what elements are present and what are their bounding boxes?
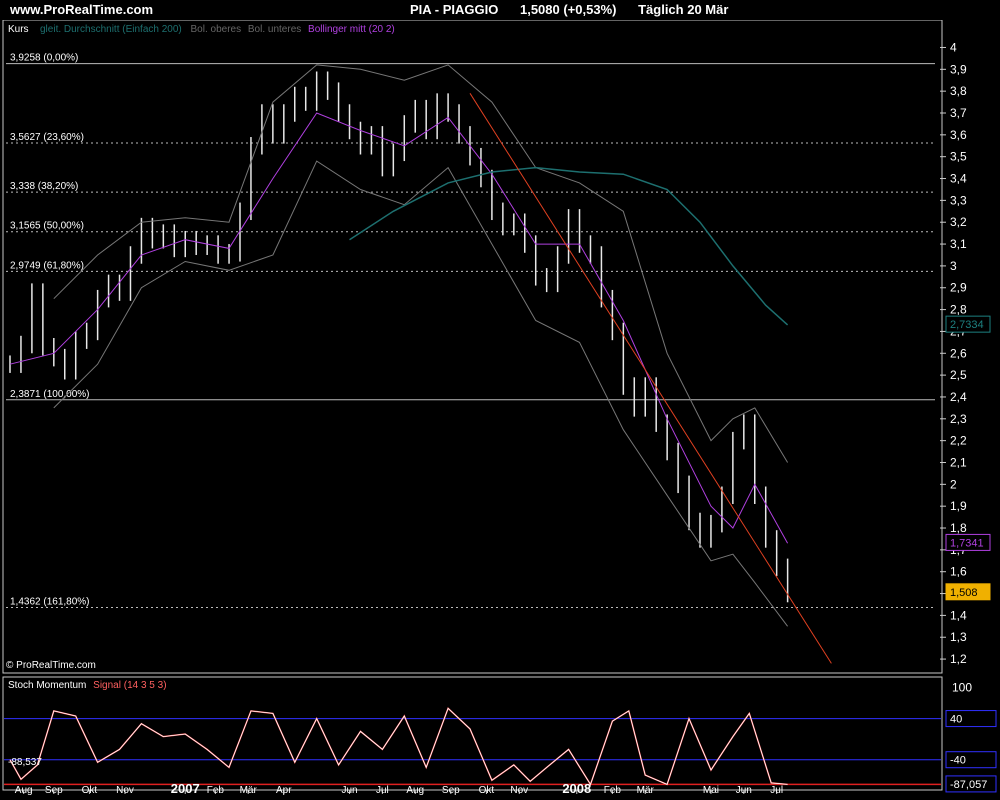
price-tick-label: 1,3 xyxy=(950,630,967,644)
fib-label: 3,9258 (0,00%) xyxy=(10,53,78,64)
osc-signal: Signal (14 3 5 3) xyxy=(93,680,166,691)
time-label: Sep xyxy=(442,785,460,796)
oscillator-title: Stoch Momentum Signal (14 3 5 3) xyxy=(8,680,167,691)
price-panel-frame xyxy=(2,20,943,674)
time-label: Nov xyxy=(510,785,528,796)
period-info: Täglich 20 Mär xyxy=(638,2,729,17)
time-label: Jul xyxy=(770,785,783,796)
legend-item-bol-lower: Bol. unteres xyxy=(248,24,301,35)
time-label: Mär xyxy=(637,785,655,796)
time-label: Jul xyxy=(376,785,389,796)
time-label: Okt xyxy=(479,785,495,796)
price-tick-label: 2,1 xyxy=(950,455,967,469)
site-name[interactable]: www.ProRealTime.com xyxy=(10,2,153,17)
fib-label: 2,3871 (100,00%) xyxy=(10,389,90,400)
price-badge-text: 1,508 xyxy=(950,587,978,599)
time-label: 2008 xyxy=(562,781,591,796)
price-tick-label: 3,8 xyxy=(950,84,967,98)
price-tick-label: 2,5 xyxy=(950,368,967,382)
time-label: 2007 xyxy=(171,781,200,796)
osc-title: Stoch Momentum xyxy=(8,680,86,691)
price-tick-label: 3,9 xyxy=(950,62,967,76)
price-tick-label: 2,3 xyxy=(950,412,967,426)
osc-tick-label: 100 xyxy=(952,681,972,695)
price-tick-label: 2,4 xyxy=(950,390,967,404)
legend-item-bol-mid: Bollinger mitt (20 2) xyxy=(308,24,395,35)
ticker-name: PIA - PIAGGIO xyxy=(410,2,499,17)
time-label: Jun xyxy=(736,785,752,796)
time-label: Nov xyxy=(116,785,134,796)
time-label: Feb xyxy=(207,785,225,796)
price-tick-label: 3,7 xyxy=(950,106,967,120)
panel-title: Kurs xyxy=(8,24,29,35)
price-axis: 1,21,31,41,51,61,71,81,922,12,22,32,42,5… xyxy=(940,40,967,666)
legend-item-bol-upper: Bol. oberes xyxy=(191,24,242,35)
price-tick-label: 3,3 xyxy=(950,193,967,207)
osc-badge-text: -40 xyxy=(950,755,966,767)
price-tick-label: 3,6 xyxy=(950,128,967,142)
price-tick-label: 3,5 xyxy=(950,150,967,164)
time-label: Feb xyxy=(604,785,622,796)
fib-label: 2,9749 (61,80%) xyxy=(10,260,84,271)
price-tick-label: 3,2 xyxy=(950,215,967,229)
osc-badge-text: 40 xyxy=(950,714,962,726)
price-tick-label: 4 xyxy=(950,40,957,54)
price-badge-text: 2,7334 xyxy=(950,319,984,331)
price-tick-label: 2,2 xyxy=(950,434,967,448)
time-label: Jun xyxy=(341,785,357,796)
time-label: Aug xyxy=(15,785,33,796)
chart-root: www.ProRealTime.com PIA - PIAGGIO 1,5080… xyxy=(0,0,1000,800)
price-tick-label: 2 xyxy=(950,477,957,491)
price-change: 1,5080 (+0,53%) xyxy=(519,2,617,17)
price-tick-label: 3,4 xyxy=(950,172,967,186)
price-tick-label: 1,8 xyxy=(950,521,967,535)
price-tick-label: 1,2 xyxy=(950,652,967,666)
osc-badge-text: -87,057 xyxy=(950,779,987,791)
osc-left-value: -88,537 xyxy=(8,757,42,768)
fib-label: 3,1565 (50,00%) xyxy=(10,221,84,232)
time-label: Mai xyxy=(703,785,719,796)
time-label: Aug xyxy=(406,785,424,796)
chart-svg: 1,21,31,41,51,61,71,81,922,12,22,32,42,5… xyxy=(2,20,997,796)
time-label: Okt xyxy=(82,785,98,796)
price-badge-text: 1,7341 xyxy=(950,537,984,549)
legend-text: gleit. Durchschnitt (Einfach 200) Bol. o… xyxy=(40,24,395,35)
legend-item-sma200: gleit. Durchschnitt (Einfach 200) xyxy=(40,24,182,35)
time-label: Mär xyxy=(240,785,258,796)
fib-label: 3,338 (38,20%) xyxy=(10,181,78,192)
price-tick-label: 2,8 xyxy=(950,303,967,317)
top-bar: www.ProRealTime.com PIA - PIAGGIO 1,5080… xyxy=(0,0,1000,20)
price-tick-label: 2,9 xyxy=(950,281,967,295)
fib-label: 3,5627 (23,60%) xyxy=(10,132,84,143)
price-tick-label: 2,6 xyxy=(950,346,967,360)
price-tick-label: 1,9 xyxy=(950,499,967,513)
time-label: Sep xyxy=(45,785,63,796)
price-tick-label: 3 xyxy=(950,259,957,273)
price-tick-label: 1,4 xyxy=(950,608,967,622)
time-label: Apr xyxy=(276,785,292,796)
price-tick-label: 3,1 xyxy=(950,237,967,251)
fib-label: 1,4362 (161,80%) xyxy=(10,596,90,607)
price-tick-label: 1,6 xyxy=(950,565,967,579)
copyright-text: © ProRealTime.com xyxy=(6,660,96,671)
chart-header: PIA - PIAGGIO 1,5080 (+0,53%) Täglich 20… xyxy=(410,2,746,17)
